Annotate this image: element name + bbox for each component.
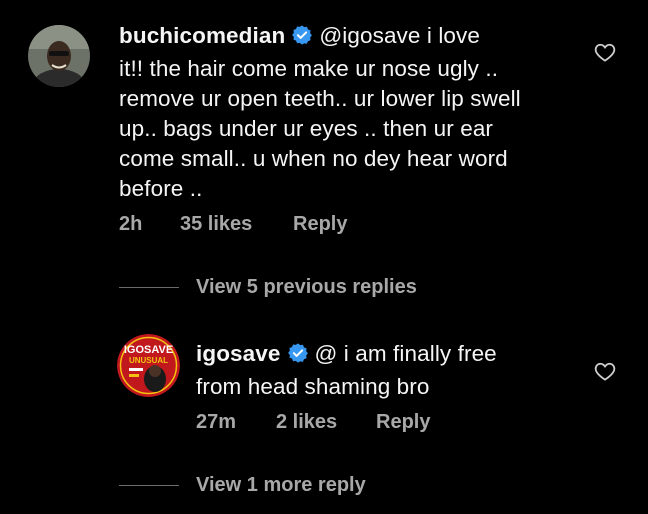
comment-meta: 2h 35 likes Reply — [119, 213, 347, 236]
likes-count[interactable]: 35 likes — [180, 213, 293, 236]
likes-count[interactable]: 2 likes — [276, 411, 376, 434]
avatar-photo-icon — [28, 25, 90, 87]
comment-line: up.. bags under ur eyes .. then ur ear — [119, 116, 494, 141]
verified-badge-icon — [291, 24, 313, 54]
like-heart-icon[interactable] — [594, 361, 616, 386]
view-previous-replies-button[interactable]: View 5 previous replies — [196, 276, 417, 299]
comment-text: igosave @ i am finally free from head sha… — [196, 339, 596, 402]
comment-line: @igosave i love — [319, 23, 480, 48]
comment-line: before .. — [119, 176, 203, 201]
svg-text:IGOSAVE: IGOSAVE — [124, 344, 173, 356]
comment-first-line: igosave @ i am finally free — [196, 339, 596, 372]
comment-time: 2h — [119, 213, 143, 235]
reply-button[interactable]: Reply — [376, 411, 430, 434]
avatar-buchicomedian[interactable] — [28, 25, 90, 87]
verified-badge-icon — [287, 342, 309, 372]
comment-text: buchicomedian @igosave i love it!! the ha… — [119, 21, 619, 204]
username[interactable]: buchicomedian — [119, 23, 285, 48]
replies-divider-line — [119, 485, 179, 486]
comment-line: @ i am finally free — [314, 341, 497, 366]
comment-first-line: buchicomedian @igosave i love — [119, 21, 619, 54]
username[interactable]: igosave — [196, 341, 281, 366]
comment-line: remove ur open teeth.. ur lower lip swel… — [119, 86, 521, 111]
comment-line: it!! the hair come make ur nose ugly .. — [119, 56, 499, 81]
comment-time: 27m — [196, 411, 237, 433]
replies-divider-line — [119, 287, 179, 288]
avatar-igosave[interactable]: IGOSAVE UNUSUAL — [117, 334, 180, 397]
svg-text:UNUSUAL: UNUSUAL — [129, 356, 168, 365]
reply-button[interactable]: Reply — [293, 213, 347, 236]
like-heart-icon[interactable] — [594, 42, 616, 67]
comment-line: come small.. u when no dey hear word — [119, 146, 508, 171]
comment-meta: 27m 2 likes Reply — [196, 411, 430, 434]
comment-line: from head shaming bro — [196, 374, 430, 399]
igosave-logo-icon: IGOSAVE UNUSUAL — [117, 334, 180, 397]
view-more-reply-button[interactable]: View 1 more reply — [196, 474, 366, 497]
